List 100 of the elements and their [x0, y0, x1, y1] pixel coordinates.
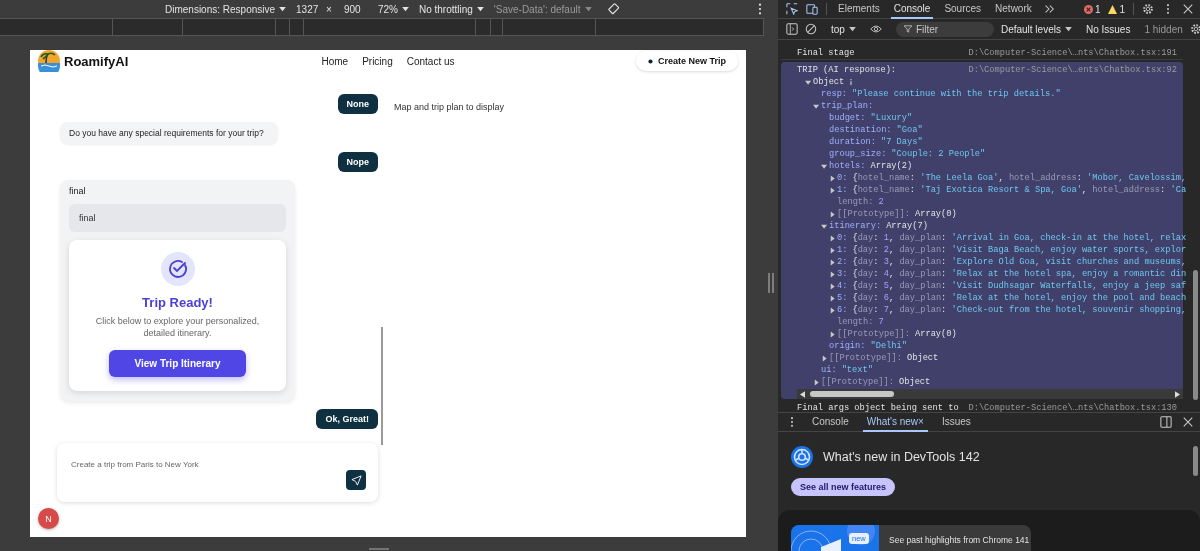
view-itinerary-button[interactable]: View Trip Itinerary	[108, 350, 247, 378]
panel-tab[interactable]: Sources	[941, 0, 985, 19]
issues-button[interactable]: No Issues	[1085, 23, 1131, 35]
device-toggle-icon[interactable]	[806, 3, 818, 15]
filter-input[interactable]: Filter	[915, 23, 986, 35]
nav-link[interactable]: Pricing	[362, 55, 393, 67]
dimensions-dropdown[interactable]: Dimensions: Responsive	[165, 3, 287, 15]
bot-message: final	[69, 186, 87, 196]
caret-icon[interactable]	[1064, 26, 1072, 32]
console-entry: 0: {day: 1, day_plan: 'Arrival in Goa, check-in at the hotel, relax	[837, 233, 1187, 243]
console-entry: [[Prototype]]: Array(0)	[837, 329, 957, 339]
console-entry: budget: "Luxury"	[829, 113, 913, 123]
clear-console-icon[interactable]	[805, 23, 817, 35]
source-link[interactable]: D:\Computer-Science\…ents\Chatbox.tsx:92	[968, 64, 1177, 75]
context-dropdown[interactable]: top	[831, 23, 856, 35]
whats-new-title: What's new in DevTools 142	[823, 450, 980, 464]
expand-arrow-icon[interactable]	[829, 270, 836, 278]
console-settings-icon[interactable]	[1189, 23, 1200, 35]
zoom-dropdown[interactable]: 72%	[377, 3, 409, 15]
console-entry: hotels: Array(2)	[829, 161, 913, 171]
close-icon[interactable]	[1182, 3, 1194, 15]
height-field[interactable]: 900	[343, 3, 368, 15]
console-entry: 4: {day: 5, day_plan: 'Visit Dudhsagar Waterfalls, enjoy a jeep saf	[837, 281, 1187, 291]
console-entry: trip_plan:	[821, 101, 874, 111]
console-entry: 3: {day: 4, day_plan: 'Relax at the hotel spa, enjoy a romantic din	[837, 269, 1187, 279]
caret-icon[interactable]	[848, 26, 856, 32]
throttling-dropdown[interactable]: No throttling	[418, 3, 484, 15]
console-entry: [[Prototype]]: Object	[829, 353, 939, 363]
width-field[interactable]: 1327	[296, 3, 321, 15]
expand-arrow-icon[interactable]	[829, 294, 836, 302]
expand-arrow-icon[interactable]	[829, 210, 836, 218]
info-icon[interactable]	[848, 78, 855, 86]
user-message: Ok, Great!	[316, 409, 378, 430]
map-placeholder-text: Map and trip plan to display	[394, 102, 505, 114]
warning-count[interactable]: 1	[1108, 3, 1125, 15]
console-entry: length: 2	[837, 197, 884, 207]
close-drawer-icon[interactable]	[1182, 416, 1194, 428]
expand-arrow-icon[interactable]	[813, 378, 820, 386]
console-entry: Object	[813, 77, 845, 87]
scroll-left-icon[interactable]	[800, 390, 805, 398]
expand-arrow-icon[interactable]	[829, 306, 836, 314]
create-trip-button[interactable]: Create New Trip	[635, 51, 738, 71]
hidden-count: 1 hidden	[1144, 23, 1183, 35]
scroll-right-icon[interactable]	[1175, 390, 1180, 398]
expand-arrow-icon[interactable]	[829, 246, 836, 254]
expand-arrow-icon[interactable]	[821, 162, 828, 170]
save-data-dropdown[interactable]: 'Save-Data': default	[493, 3, 592, 15]
caret-icon[interactable]	[476, 6, 484, 12]
sidebar-toggle-icon[interactable]	[786, 23, 798, 35]
highlight-text: See past highlights from Chrome 141	[889, 535, 1030, 545]
horizontal-scrollbar[interactable]	[797, 389, 1183, 399]
expand-arrow-icon[interactable]	[829, 234, 836, 242]
bullet-icon	[647, 58, 653, 64]
card-description: Click below to explore your personalized, detailed itinerary.	[94, 315, 261, 340]
expand-arrow-icon[interactable]	[829, 258, 836, 266]
send-button[interactable]	[346, 470, 366, 491]
expand-arrow-icon[interactable]	[821, 354, 828, 362]
error-count[interactable]: 1	[1083, 3, 1101, 15]
console-entry: 1: {hotel_name: 'Taj Exotica Resort & Spa, Goa', hotel_address: 'Ca	[837, 185, 1187, 195]
scrollbar[interactable]	[381, 327, 383, 445]
expand-arrow-icon[interactable]	[829, 330, 836, 338]
console-entry: length: 7	[837, 317, 884, 327]
source-link[interactable]: D:\Computer-Science\…nts\Chatbox.tsx:191	[968, 47, 1177, 58]
filter-field[interactable]: Filter	[895, 21, 994, 37]
send-icon	[350, 474, 362, 486]
brand-name[interactable]: RoamifyAI	[64, 53, 129, 69]
console-entry: origin: "Delhi"	[829, 341, 907, 351]
expand-arrow-icon[interactable]	[829, 174, 836, 182]
option-item[interactable]: final	[69, 204, 286, 232]
caret-icon[interactable]	[279, 6, 287, 12]
see-all-features-button[interactable]: See all new features	[791, 478, 896, 496]
panel-resize-handle-icon[interactable]	[768, 272, 774, 293]
console-entry: destination: "Goa"	[829, 125, 923, 135]
panel-tab[interactable]: Network	[992, 0, 1035, 19]
levels-dropdown[interactable]: Default levels	[1000, 23, 1072, 35]
expand-arrow-icon[interactable]	[805, 78, 812, 86]
settings-icon[interactable]	[1142, 3, 1154, 15]
expand-arrow-icon[interactable]	[821, 222, 828, 230]
console-entry: 2: {day: 3, day_plan: 'Explore Old Goa, visit churches and museums,	[837, 257, 1187, 267]
expand-arrow-icon[interactable]	[829, 186, 836, 194]
console-entry: resp: "Please continue with the trip details."	[821, 89, 1061, 99]
expand-arrow-icon[interactable]	[813, 102, 820, 110]
panel-tab[interactable]: Console	[890, 0, 934, 19]
eye-icon[interactable]	[869, 23, 882, 35]
drawer-tab[interactable]: Console	[808, 412, 853, 432]
caret-icon[interactable]	[401, 6, 409, 12]
dock-side-icon[interactable]	[1160, 416, 1172, 428]
more-options-icon[interactable]	[758, 3, 762, 15]
nav-link[interactable]: Contact us	[406, 55, 455, 67]
user-message: Nope	[337, 152, 378, 172]
dev-indicator-badge[interactable]: N	[38, 508, 59, 529]
source-link[interactable]: D:\Computer-Science\…nts\Chatbox.tsx:130	[968, 402, 1177, 412]
nav-link[interactable]: Home	[321, 55, 349, 67]
expand-arrow-icon[interactable]	[829, 282, 836, 290]
rotate-icon[interactable]	[607, 3, 620, 15]
drawer-tab[interactable]: Issues	[937, 412, 975, 432]
console-entry: 1: {day: 2, day_plan: 'Visit Baga Beach, enjoy water sports, explor	[837, 245, 1187, 255]
panel-tab[interactable]: Elements	[835, 0, 883, 19]
console-entry: itinerary: Array(7)	[829, 221, 928, 231]
inspect-icon[interactable]	[786, 3, 798, 15]
